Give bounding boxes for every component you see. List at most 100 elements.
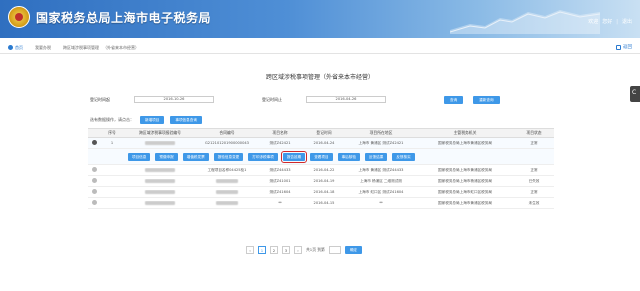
end-date-input[interactable]: 2016-04-26: [306, 96, 386, 103]
divider: |: [616, 18, 618, 25]
row-radio[interactable]: [91, 189, 97, 194]
row-name: **: [278, 201, 282, 205]
row-radio[interactable]: [91, 178, 97, 183]
action-invoice[interactable]: 增值税发票: [182, 152, 209, 161]
query-button[interactable]: 查询: [444, 96, 464, 104]
go-page-button[interactable]: 确定: [344, 246, 362, 254]
great-wall-decoration: [450, 10, 600, 34]
home-icon: [8, 45, 13, 50]
col-area: 项目所在地区: [369, 130, 393, 135]
action-print[interactable]: 打印涉税事项: [248, 152, 278, 161]
row-office: 国家税务总局上海市黄浦区税务局: [438, 140, 492, 145]
row-status: 已失效: [528, 178, 540, 183]
page-button[interactable]: 1: [258, 246, 266, 254]
breadcrumb-item[interactable]: 跨区域涉税事项管理: [63, 45, 99, 51]
row-office: 国家税务总局上海市黄浦区税务局: [438, 167, 492, 172]
row-office: 国家税务总局上海市黄浦区税务局: [438, 200, 492, 205]
masked-contract: [216, 200, 238, 205]
row-date: 2016-04-18: [313, 190, 335, 194]
welcome-text: 欢迎: [588, 19, 599, 25]
user-name-link[interactable]: 您好: [602, 18, 612, 25]
row-date: 2016-04-15: [313, 201, 335, 205]
back-label: 返回: [623, 45, 632, 50]
row-actions: 项目信息 预缴申报 增值税发票 报验信息变更 打印涉税事项 报告延期 查看项目 …: [88, 149, 554, 165]
col-contract: 合同编号: [219, 130, 235, 135]
row-name: 测试Z41604: [269, 189, 291, 194]
next-page-button[interactable]: ›: [294, 246, 302, 254]
back-button[interactable]: 返回: [616, 44, 632, 50]
col-code: 跨区域涉税事项报验编号: [139, 130, 181, 135]
page-button[interactable]: 2: [270, 246, 278, 254]
row-date: 2016-04-19: [313, 179, 335, 183]
breadcrumb-item: （外省来本市经营）: [103, 44, 139, 50]
tax-emblem-logo: [8, 6, 30, 28]
start-date-input[interactable]: 2016-10-26: [134, 96, 214, 103]
row-date: 2016-04-22: [313, 168, 335, 172]
action-extend-report-button[interactable]: 报告延期: [280, 150, 308, 163]
page-jump-input[interactable]: [328, 246, 341, 254]
search-buttons: 查询 重新查询: [444, 96, 500, 104]
masked-code: [145, 167, 175, 172]
action-verify[interactable]: 事后核验: [337, 152, 360, 161]
row-status: 正常: [530, 167, 538, 172]
logout-link[interactable]: 退出: [622, 18, 632, 25]
site-header: 国家税务总局上海市电子税务局 欢迎 您好 | 退出: [0, 0, 640, 38]
col-index: 序号: [108, 130, 116, 135]
row-radio[interactable]: [91, 200, 97, 205]
back-icon: [616, 44, 621, 50]
row-status: 未生效: [528, 200, 540, 205]
col-date: 登记时间: [316, 130, 332, 135]
records-table: 序号 跨区域涉税事项报验编号 合同编号 项目名称 登记时间 项目所在地区 主管税…: [88, 128, 554, 209]
masked-code: [145, 140, 175, 145]
pagination: ‹ 1 2 3 › 共1页 到第 确定: [246, 246, 362, 254]
view-info-button[interactable]: 事项信息查询: [170, 116, 202, 124]
breadcrumb-item[interactable]: 我要办税: [35, 45, 51, 51]
page-title: 跨区域涉税事项管理（外省来本市经营）: [265, 74, 374, 81]
masked-code: [145, 189, 175, 194]
breadcrumb: 首页 我要办税 跨区域涉税事项管理 （外省来本市经营） 返回: [0, 42, 640, 54]
row-index: 1: [110, 141, 114, 145]
reset-button[interactable]: 重新查询: [473, 96, 500, 104]
table-header: 序号 跨区域涉税事项报验编号 合同编号 项目名称 登记时间 项目所在地区 主管税…: [88, 128, 554, 138]
table-row[interactable]: 测试Z41001 2016-04-19 上海市 杨浦区 二维测试测 国家税务总局…: [88, 176, 554, 187]
col-status: 项目状态: [526, 130, 542, 135]
table-row[interactable]: 工程项目名称04425检1 测试Z44433 2016-04-22 上海市 黄浦…: [88, 165, 554, 176]
row-name: 测试Z44433: [269, 167, 291, 172]
row-radio[interactable]: [91, 140, 97, 145]
row-office: 国家税务总局上海市虹口区税务局: [438, 189, 492, 194]
row-area: 上海市 黄浦区 测试Z44433: [358, 167, 404, 172]
row-name: 测试Z41001: [269, 178, 291, 183]
prev-page-button[interactable]: ‹: [246, 246, 254, 254]
row-date: 2016-04-24: [313, 141, 335, 145]
row-area: 上海市 黄浦区 测试Z42421: [358, 140, 404, 145]
row-area: **: [379, 201, 383, 205]
action-change[interactable]: 报验信息变更: [213, 152, 244, 161]
row-name: 测试Z42421: [269, 140, 291, 145]
toolbar: 选有数据操作，请点击： 新增项目 事项信息查询: [90, 116, 202, 124]
action-project-info[interactable]: 项目信息: [128, 152, 151, 161]
page-button[interactable]: 3: [282, 246, 290, 254]
action-feedback[interactable]: 反馈结果: [364, 152, 388, 161]
breadcrumb-home[interactable]: 首页: [8, 45, 23, 51]
table-row[interactable]: 测试Z41604 2016-04-18 上海市 虹口区 测试Z41604 国家税…: [88, 187, 554, 198]
masked-contract: [216, 178, 238, 183]
table-row[interactable]: ** 2016-04-15 ** 国家税务总局上海市黄浦区税务局 未生效: [88, 198, 554, 209]
table-row[interactable]: 1 G212101201900000043 测试Z42421 2016-04-2…: [88, 138, 554, 149]
row-area: 上海市 虹口区 测试Z41604: [358, 189, 404, 194]
action-feedback-check[interactable]: 反馈核实: [392, 152, 415, 161]
add-project-button[interactable]: 新增项目: [140, 116, 165, 124]
action-prepay[interactable]: 预缴申报: [155, 152, 178, 161]
col-name: 项目名称: [272, 130, 288, 135]
row-status: 正常: [530, 140, 538, 145]
row-radio[interactable]: [91, 167, 97, 172]
row-office: 国家税务总局上海市杨浦区税务局: [438, 178, 492, 183]
page-summary: 共1页 到第: [306, 247, 325, 252]
breadcrumb-home-label: 首页: [15, 44, 23, 50]
row-area: 上海市 杨浦区 二维测试测: [360, 178, 402, 183]
action-view[interactable]: 查看项目: [310, 152, 333, 161]
row-status: 正常: [530, 189, 538, 194]
side-float-tab[interactable]: [630, 86, 640, 102]
masked-contract: [216, 189, 238, 194]
masked-code: [145, 200, 175, 205]
masked-code: [145, 178, 175, 183]
